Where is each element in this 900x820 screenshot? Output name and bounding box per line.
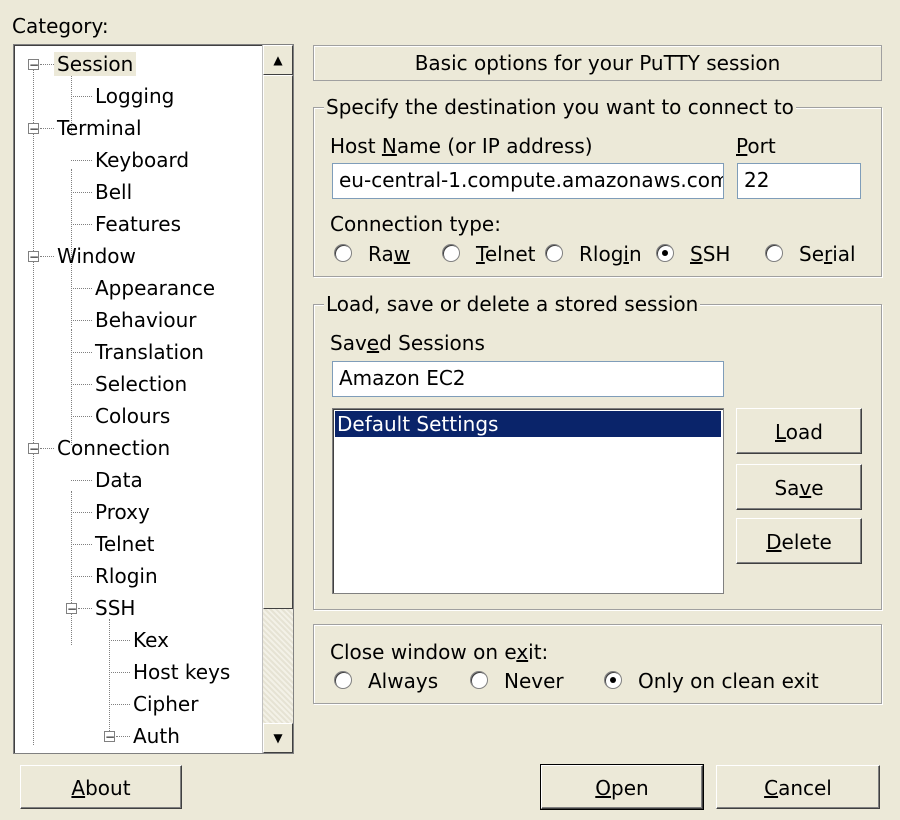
tree-item-label: Colours [95,404,171,428]
save-button[interactable]: Save [736,464,862,510]
tree-item-label: Selection [95,372,188,396]
tree-item-ssh[interactable]: SSH [92,594,138,622]
collapse-toggle-icon[interactable]: − [28,443,39,455]
conn-type-label[interactable]: Rlogin [579,242,642,266]
scroll-thumb[interactable] [263,75,293,609]
close-on-exit-label: Close window on exit: [330,640,549,664]
tree-item-label: Appearance [95,276,216,300]
tree-item-window[interactable]: Window [54,242,139,270]
tree-item-label: Rlogin [95,564,158,588]
tree-item-features[interactable]: Features [92,210,184,238]
close-on-exit-radio[interactable] [334,671,352,689]
saved-sessions-label: Saved Sessions [330,331,485,355]
category-tree[interactable]: Session − Logging Terminal − Keyboard Bell Feat… [13,44,294,754]
collapse-toggle-icon[interactable]: − [28,59,39,71]
tree-item-label: Host keys [133,660,231,684]
load-button[interactable]: Load [736,408,862,454]
conn-type-radio[interactable] [656,244,674,262]
category-label: Category: [12,14,109,38]
saved-session-name-input[interactable]: Amazon EC2 [332,361,724,397]
collapse-toggle-icon[interactable]: − [28,123,39,135]
tree-item-logging[interactable]: Logging [92,82,177,110]
delete-button[interactable]: Delete [736,518,862,564]
tree-item-keyboard[interactable]: Keyboard [92,146,192,174]
tree-item-kex[interactable]: Kex [130,626,172,654]
scroll-down-arrow-icon[interactable]: ▼ [263,723,293,753]
host-name-input[interactable]: eu-central-1.compute.amazonaws.com [332,163,724,199]
tree-item-label: Features [95,212,181,236]
close-on-exit-option-label[interactable]: Only on clean exit [638,669,819,693]
close-on-exit-radio[interactable] [470,671,488,689]
about-button[interactable]: About [20,765,182,809]
collapse-toggle-icon[interactable]: − [28,251,39,263]
tree-item-behaviour[interactable]: Behaviour [92,306,199,334]
tree-item-data[interactable]: Data [92,466,146,494]
port-input[interactable]: 22 [737,163,861,199]
tree-item-bell[interactable]: Bell [92,178,135,206]
tree-item-selection[interactable]: Selection [92,370,190,398]
conn-type-label[interactable]: Telnet [476,242,536,266]
collapse-toggle-icon[interactable]: − [104,731,115,743]
sessions-legend: Load, save or delete a stored session [324,291,701,317]
close-on-exit-option-label[interactable]: Never [504,669,564,693]
host-name-label: Host Name (or IP address) [330,134,593,158]
tree-item-terminal[interactable]: Terminal [54,114,145,142]
conn-type-radio[interactable] [334,244,352,262]
conn-type-radio[interactable] [545,244,563,262]
conn-type-label[interactable]: SSH [690,242,730,266]
tree-item-colours[interactable]: Colours [92,402,173,430]
destination-legend: Specify the destination you want to conn… [324,94,796,120]
tree-item-label: Kex [133,628,169,652]
tree-item-label: Window [57,244,136,268]
tree-item-label: Keyboard [95,148,190,172]
tree-scrollbar[interactable]: ▲ ▼ [262,45,293,753]
scroll-up-arrow-icon[interactable]: ▲ [263,45,293,75]
tree-item-label: Terminal [57,116,142,140]
tree-item-label: Behaviour [95,308,197,332]
tree-item-connection[interactable]: Connection [54,434,173,462]
tree-item-label: Data [95,468,143,492]
tree-item-translation[interactable]: Translation [92,338,207,366]
tree-item-label: Session [54,52,137,76]
tree-item-label: Cipher [133,692,199,716]
tree-item-cipher[interactable]: Cipher [130,690,201,718]
panel-header: Basic options for your PuTTY session [313,45,882,81]
tree-item-rlogin[interactable]: Rlogin [92,562,161,590]
list-item[interactable]: Default Settings [335,411,721,437]
tree-item-label: Translation [95,340,204,364]
tree-item-label: Connection [57,436,171,460]
tree-item-auth[interactable]: Auth [130,722,183,750]
close-on-exit-radio[interactable] [604,671,622,689]
conn-type-label[interactable]: Raw [368,242,410,266]
tree-item-telnet[interactable]: Telnet [92,530,158,558]
tree-item-proxy[interactable]: Proxy [92,498,153,526]
close-on-exit-option-label[interactable]: Always [368,669,438,693]
tree-item-appearance[interactable]: Appearance [92,274,218,302]
tree-item-host-keys[interactable]: Host keys [130,658,233,686]
tree-item-label: Proxy [95,500,150,524]
collapse-toggle-icon[interactable]: − [66,603,77,615]
conn-type-label[interactable]: Serial [799,242,856,266]
cancel-button[interactable]: Cancel [716,765,880,809]
connection-type-label: Connection type: [330,212,501,236]
open-button[interactable]: Open [540,764,704,810]
saved-sessions-list[interactable]: Default Settings [332,408,724,594]
tree-item-label: Logging [95,84,175,108]
tree-item-label: Telnet [95,532,155,556]
tree-item-label: SSH [95,596,136,620]
port-label: Port [736,134,776,158]
tree-item-label: Bell [95,180,133,204]
conn-type-radio[interactable] [765,244,783,262]
tree-item-label: Auth [133,724,180,748]
tree-item-session[interactable]: Session [54,50,137,78]
conn-type-radio[interactable] [442,244,460,262]
